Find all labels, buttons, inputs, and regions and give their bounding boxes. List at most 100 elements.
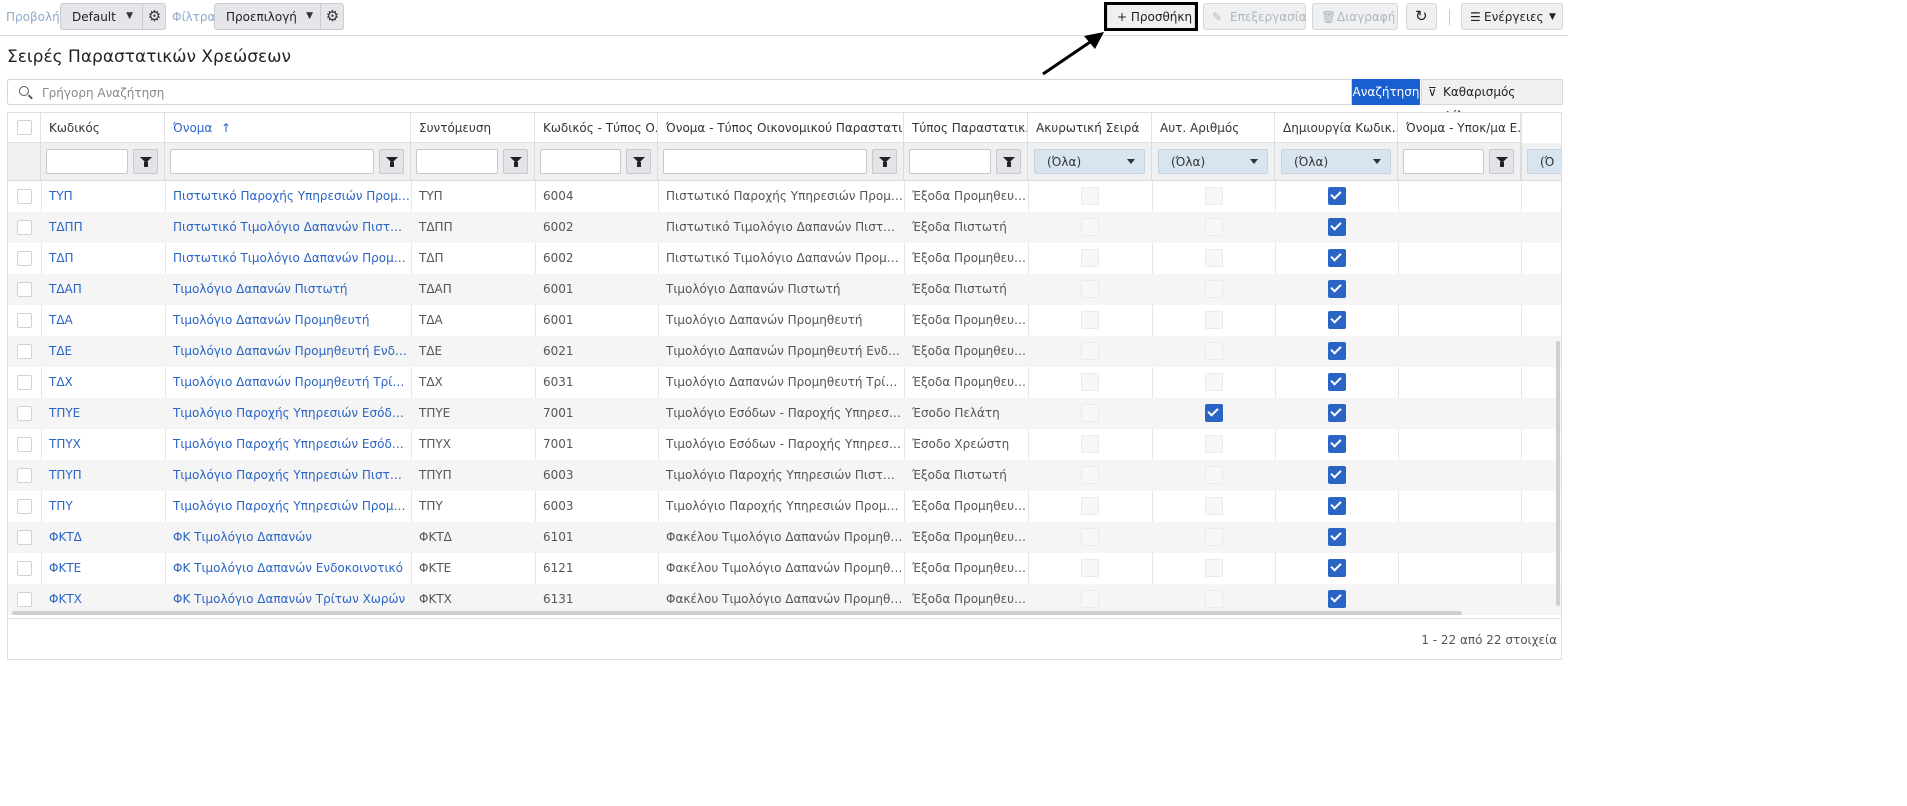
cell-code[interactable]: ΦΚΤΔ [41,522,165,553]
filter-icon[interactable] [996,149,1021,174]
cell-name[interactable]: Τιμολόγιο Δαπανών Προμηθευτή Τρίτων Χωρ [165,367,411,398]
delete-button[interactable]: 🗑 Διαγραφή [1312,3,1398,30]
cell-code[interactable]: ΤΠΥΠ [41,460,165,491]
table-row[interactable]: ΤΔΠΠ Πιστωτικό Τιμολόγιο Δαπανών Πιστωτή Τ… [8,212,1561,243]
column-filter-input[interactable] [540,149,621,174]
view-select[interactable]: Default ▼ ⚙ [60,3,166,30]
table-row[interactable]: ΦΚΤΔ ΦΚ Τιμολόγιο Δαπανών ΦΚΤΔ 6101 Φακέλου … [8,522,1561,553]
gear-icon[interactable]: ⚙ [320,4,344,29]
column-header-10[interactable]: Όνομα - Υποκ/μα Ε... [1398,113,1521,143]
column-header-4[interactable]: Κωδικός - Τύπος Ο... [535,113,658,143]
cell-code[interactable]: ΤΠΥΕ [41,398,165,429]
table-row[interactable]: ΤΥΠΠιστωτικό Παροχής Υπηρεσιών Προμηθευτ… [8,181,1561,212]
row-checkbox[interactable] [17,437,32,452]
row-checkbox[interactable] [17,406,32,421]
cell-name[interactable]: Τιμολόγιο Δαπανών Προμηθευτή Ενδοκοινοτ [165,336,411,367]
row-checkbox[interactable] [17,530,32,545]
refresh-button[interactable]: ↻ [1406,3,1437,30]
column-header-6[interactable]: Τύπος Παραστατικ... [904,113,1028,143]
table-row[interactable]: ΤΠΥ Τιμολόγιο Παροχής Υπηρεσιών Προμηθευτ… [8,491,1561,522]
column-filter-input[interactable] [170,149,374,174]
filter-select[interactable]: (Όλα) [1281,149,1391,174]
row-checkbox[interactable] [17,468,32,483]
row-checkbox[interactable] [17,220,32,235]
horizontal-scrollbar[interactable] [12,611,1462,615]
cell-name[interactable]: Τιμολόγιο Δαπανών Προμηθευτή [165,305,411,336]
column-header-7[interactable]: Ακυρωτική Σειρά [1028,113,1152,143]
cell-name[interactable]: Τιμολόγιο Παροχής Υπηρεσιών Προμηθευτή [165,491,411,522]
cell-code[interactable]: ΤΔΑ [41,305,165,336]
filter-icon[interactable] [379,149,404,174]
checkbox-auto [1205,280,1223,298]
cell-name[interactable]: ΦΚ Τιμολόγιο Δαπανών [165,522,411,553]
cell-code[interactable]: ΤΔΕ [41,336,165,367]
cell-name[interactable]: Πιστωτικό Παροχής Υπηρεσιών Προμηθευτή [165,181,411,212]
row-checkbox[interactable] [17,592,32,607]
row-checkbox[interactable] [17,344,32,359]
row-checkbox[interactable] [17,189,32,204]
filter-icon[interactable] [503,149,528,174]
table-row[interactable]: ΤΠΥΕΤιμολόγιο Παροχής Υπηρεσιών Εσόδων Π… [8,398,1561,429]
top-toolbar: Προβολή Default ▼ ⚙ Φίλτρα Προεπιλογή ▼ … [0,0,1568,36]
checkbox-cancel [1081,249,1099,267]
table-row[interactable]: ΤΔΠ Πιστωτικό Τιμολόγιο Δαπανών Προμηθευτ… [8,243,1561,274]
column-header-5[interactable]: Όνομα - Τύπος Οικονομικού Παραστατικού [658,113,904,143]
row-checkbox[interactable] [17,282,32,297]
row-checkbox[interactable] [17,561,32,576]
row-checkbox[interactable] [17,313,32,328]
cell-name[interactable]: Τιμολόγιο Παροχής Υπηρεσιών Πιστωτή [165,460,411,491]
filter-select[interactable]: (Ό [1527,149,1561,174]
filter-select[interactable]: (Όλα) [1034,149,1145,174]
cell-name[interactable]: Τιμολόγιο Παροχής Υπηρεσιών Εσόδων Χρεώ [165,429,411,460]
column-filter-input[interactable] [416,149,498,174]
cell-code[interactable]: ΤΔΑΠ [41,274,165,305]
table-row[interactable]: ΤΔΑ Τιμολόγιο Δαπανών Προμηθευτή ΤΔΑ 6001 Τι… [8,305,1561,336]
column-filter-input[interactable] [909,149,991,174]
edit-button[interactable]: ✎ Επεξεργασία [1203,3,1307,30]
table-row[interactable]: ΤΠΥΠ Τιμολόγιο Παροχής Υπηρεσιών Πιστωτή Τ… [8,460,1561,491]
search-button[interactable]: Αναζήτηση [1352,79,1420,105]
cell-code[interactable]: ΤΔΠΠ [41,212,165,243]
cell-doc-type: Έσοδο Χρεώστη [912,437,1010,451]
column-header-8[interactable]: Αυτ. Αριθμός [1152,113,1275,143]
select-all-checkbox[interactable] [17,120,32,135]
row-checkbox[interactable] [17,499,32,514]
cell-name[interactable]: Τιμολόγιο Δαπανών Πιστωτή [165,274,411,305]
filter-icon[interactable] [133,149,158,174]
cell-code[interactable]: ΤΠΥ [41,491,165,522]
search-input[interactable]: Γρήγορη Αναζήτηση [7,79,1352,105]
column-filter-input[interactable] [663,149,867,174]
column-filter-input[interactable] [46,149,128,174]
vertical-scrollbar[interactable] [1556,341,1560,606]
filter-icon[interactable] [626,149,651,174]
gear-icon[interactable]: ⚙ [142,4,166,29]
column-header-1[interactable]: Κωδικός [41,113,165,143]
column-filter-input[interactable] [1403,149,1484,174]
clear-filters-button[interactable]: ⊽ Καθαρισμός Φίλτρων [1421,79,1563,123]
filter-select[interactable]: (Όλα) [1158,149,1268,174]
cell-name[interactable]: Πιστωτικό Τιμολόγιο Δαπανών Πιστωτή [165,212,411,243]
column-header-3[interactable]: Συντόμευση [411,113,535,143]
cell-code[interactable]: ΤΔΠ [41,243,165,274]
row-checkbox[interactable] [17,251,32,266]
cell-code[interactable]: ΤΠΥΧ [41,429,165,460]
table-row[interactable]: ΤΔΑΠ Τιμολόγιο Δαπανών Πιστωτή ΤΔΑΠ 6001 Τιμ… [8,274,1561,305]
column-header-2[interactable]: Όνομα ↑ [165,113,411,143]
cell-code[interactable]: ΤΔΧ [41,367,165,398]
table-row[interactable]: ΦΚΤΕ ΦΚ Τιμολόγιο Δαπανών Ενδοκοινοτικό ΦΚ… [8,553,1561,584]
cell-code[interactable]: ΦΚΤΕ [41,553,165,584]
table-row[interactable]: ΤΔΕΤιμολόγιο Δαπανών Προμηθευτή Ενδοκοιν… [8,336,1561,367]
column-header-11[interactable]: Ενεργ [1521,113,1522,143]
column-header-9[interactable]: Δημιουργία Κωδικ... [1275,113,1398,143]
table-row[interactable]: ΤΠΥΧΤιμολόγιο Παροχής Υπηρεσιών Εσόδων Χ… [8,429,1561,460]
filter-icon[interactable] [1489,149,1514,174]
table-row[interactable]: ΤΔΧΤιμολόγιο Δαπανών Προμηθευτή Τρίτων Χ… [8,367,1561,398]
row-checkbox[interactable] [17,375,32,390]
cell-name[interactable]: Τιμολόγιο Παροχής Υπηρεσιών Εσόδων Πελά [165,398,411,429]
cell-code[interactable]: ΤΥΠ [41,181,165,212]
filter-select[interactable]: Προεπιλογή ▼ ⚙ [214,3,344,30]
actions-menu-button[interactable]: ☰ Ενέργειες ▼ [1461,3,1563,30]
filter-icon[interactable] [872,149,897,174]
cell-name[interactable]: ΦΚ Τιμολόγιο Δαπανών Ενδοκοινοτικό [165,553,411,584]
cell-name[interactable]: Πιστωτικό Τιμολόγιο Δαπανών Προμηθευτή [165,243,411,274]
